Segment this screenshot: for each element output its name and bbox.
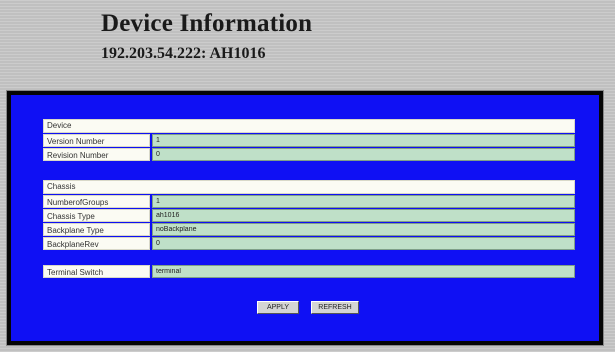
- chassis-group-header: Chassis: [43, 180, 575, 194]
- backplane-rev-row: BackplaneRev: [43, 237, 575, 250]
- version-number-field[interactable]: [152, 134, 575, 147]
- number-of-groups-label: NumberofGroups: [43, 195, 150, 208]
- terminal-switch-field[interactable]: [152, 265, 575, 278]
- number-of-groups-field[interactable]: [152, 195, 575, 208]
- device-group-header: Device: [43, 119, 575, 133]
- backplane-type-field[interactable]: [152, 223, 575, 236]
- version-number-row: Version Number: [43, 134, 575, 147]
- chassis-group: Chassis NumberofGroups Chassis Type Back…: [43, 180, 575, 250]
- revision-number-row: Revision Number: [43, 148, 575, 161]
- device-address: 192.203.54.222: AH1016: [101, 45, 266, 62]
- chassis-type-label: Chassis Type: [43, 209, 150, 222]
- terminal-group: Terminal Switch: [43, 265, 575, 278]
- device-group: Device Version Number Revision Number: [43, 119, 575, 161]
- terminal-switch-label: Terminal Switch: [43, 265, 150, 278]
- content-frame: Device Version Number Revision Number Ch…: [6, 90, 604, 346]
- apply-button[interactable]: APPLY: [257, 301, 299, 314]
- button-bar: APPLY REFRESH: [11, 301, 599, 315]
- number-of-groups-row: NumberofGroups: [43, 195, 575, 208]
- refresh-button[interactable]: REFRESH: [311, 301, 359, 314]
- revision-number-label: Revision Number: [43, 148, 150, 161]
- chassis-type-row: Chassis Type: [43, 209, 575, 222]
- chassis-type-field[interactable]: [152, 209, 575, 222]
- page-title: Device Information: [101, 10, 313, 37]
- page-header: Device Information 192.203.54.222: AH101…: [0, 0, 615, 88]
- backplane-type-row: Backplane Type: [43, 223, 575, 236]
- version-number-label: Version Number: [43, 134, 150, 147]
- form-panel: Device Version Number Revision Number Ch…: [11, 95, 599, 341]
- terminal-switch-row: Terminal Switch: [43, 265, 575, 278]
- revision-number-field[interactable]: [152, 148, 575, 161]
- backplane-rev-field[interactable]: [152, 237, 575, 250]
- backplane-type-label: Backplane Type: [43, 223, 150, 236]
- backplane-rev-label: BackplaneRev: [43, 237, 150, 250]
